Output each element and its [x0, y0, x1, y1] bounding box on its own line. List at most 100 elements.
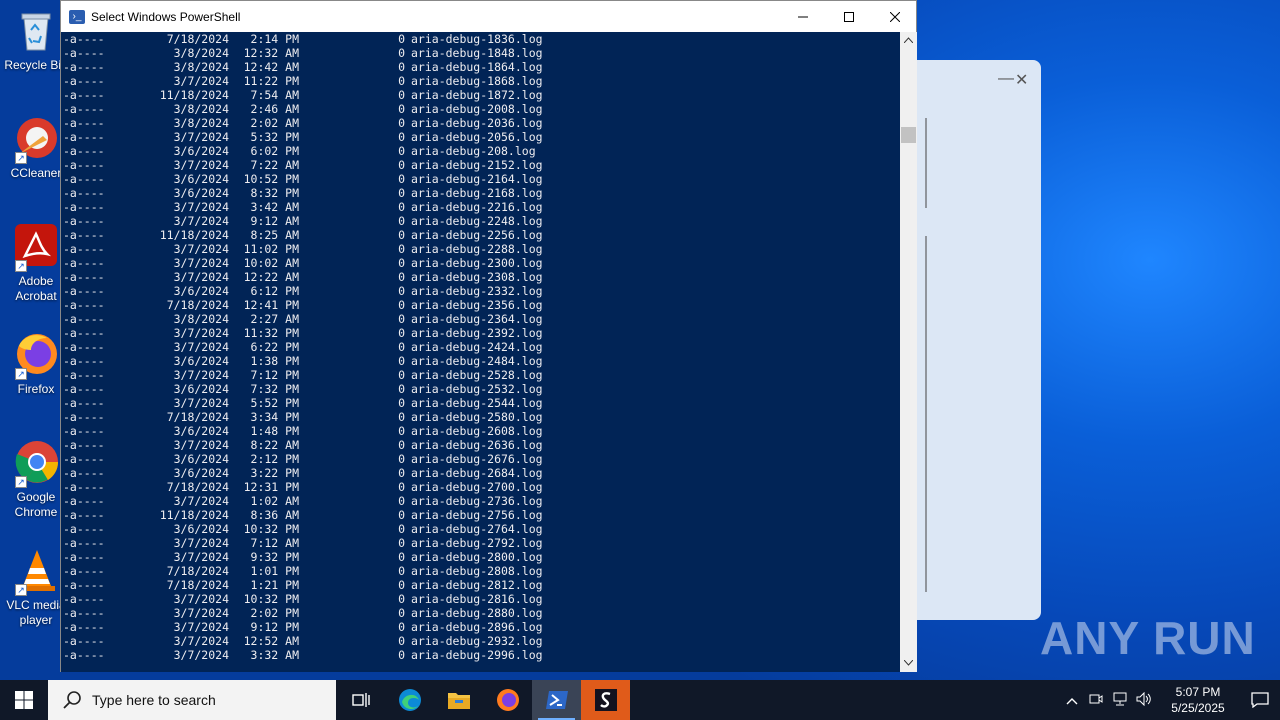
date-cell: 3/7/2024: [173, 130, 229, 144]
powershell-window[interactable]: ›_ Select Windows PowerShell -a---- 7/18/…: [60, 0, 917, 672]
date-cell: 3/7/2024: [173, 494, 229, 508]
date-cell: 3/7/2024: [173, 270, 229, 284]
console-line: -a---- 3/7/2024 1:02 AM 0 aria-debug-2736.lo…: [61, 494, 900, 508]
filename-cell: aria-debug-2816.log: [411, 592, 543, 606]
network-icon[interactable]: [1108, 692, 1132, 709]
minimize-button[interactable]: [780, 1, 826, 32]
time-cell: 1:02 AM: [250, 494, 299, 508]
notification-center-button[interactable]: [1240, 680, 1280, 720]
date-cell: 7/18/2024: [166, 578, 229, 592]
meet-now-icon[interactable]: [1084, 692, 1108, 709]
console-line: -a---- 11/18/2024 7:54 AM 0 aria-debug-1872.…: [61, 88, 900, 102]
date-cell: 3/7/2024: [173, 242, 229, 256]
ccleaner-icon: ↗: [13, 116, 59, 164]
filename-cell: aria-debug-2996.log: [411, 648, 543, 662]
console-line: -a---- 3/6/2024 10:32 PM 0 aria-debug-2764.l…: [61, 522, 900, 536]
taskbar-powershell[interactable]: [532, 680, 581, 720]
close-button[interactable]: [872, 1, 918, 32]
system-tray: 5:07 PM 5/25/2025: [1060, 680, 1280, 720]
shortcut-arrow-icon: ↗: [15, 368, 27, 380]
task-view-button[interactable]: [336, 680, 385, 720]
time-cell: 11:22 PM: [243, 74, 299, 88]
filename-cell: aria-debug-2932.log: [411, 634, 543, 648]
filename-cell: aria-debug-2008.log: [411, 102, 543, 116]
date-cell: 3/6/2024: [173, 382, 229, 396]
mode-cell: -a----: [63, 102, 105, 116]
console-line: -a---- 3/7/2024 6:22 PM 0 aria-debug-2424.lo…: [61, 340, 900, 354]
filename-cell: aria-debug-2484.log: [411, 354, 543, 368]
taskbar-edge[interactable]: [385, 680, 434, 720]
filename-cell: aria-debug-2356.log: [411, 298, 543, 312]
date-cell: 3/7/2024: [173, 536, 229, 550]
length-cell: 0: [398, 284, 405, 298]
length-cell: 0: [398, 312, 405, 326]
minimize-button[interactable]: —: [998, 70, 1014, 88]
length-cell: 0: [398, 256, 405, 270]
vertical-scrollbar[interactable]: [900, 32, 917, 672]
length-cell: 0: [398, 396, 405, 410]
length-cell: 0: [398, 270, 405, 284]
time-cell: 8:22 AM: [250, 438, 299, 452]
length-cell: 0: [398, 368, 405, 382]
mode-cell: -a----: [63, 326, 105, 340]
time-cell: 12:42 AM: [243, 60, 299, 74]
taskbar-clock[interactable]: 5:07 PM 5/25/2025: [1162, 684, 1234, 716]
length-cell: 0: [398, 130, 405, 144]
console-line: -a---- 3/6/2024 6:02 PM 0 aria-debug-208.log: [61, 144, 900, 158]
time-cell: 12:22 AM: [243, 270, 299, 284]
notification-icon: [1251, 692, 1269, 708]
time-cell: 10:32 PM: [243, 592, 299, 606]
scroll-up-icon[interactable]: [900, 32, 917, 49]
time-cell: 10:52 PM: [243, 172, 299, 186]
mode-cell: -a----: [63, 172, 105, 186]
scroll-down-icon[interactable]: [900, 655, 917, 672]
time-cell: 12:32 AM: [243, 46, 299, 60]
time-cell: 10:02 AM: [243, 256, 299, 270]
time-cell: 3:32 AM: [250, 648, 299, 662]
date-cell: 3/8/2024: [173, 312, 229, 326]
time-cell: 7:12 PM: [250, 368, 299, 382]
mode-cell: -a----: [63, 452, 105, 466]
date-cell: 3/6/2024: [173, 522, 229, 536]
console-line: -a---- 3/7/2024 5:52 PM 0 aria-debug-2544.lo…: [61, 396, 900, 410]
filename-cell: aria-debug-2532.log: [411, 382, 543, 396]
console-line: -a---- 7/18/2024 1:01 PM 0 aria-debug-2808.l…: [61, 564, 900, 578]
scrollbar-thumb[interactable]: [901, 127, 916, 143]
desktop-icon-label: Google Chrome: [14, 490, 58, 519]
taskbar-app-s[interactable]: [581, 680, 630, 720]
volume-icon[interactable]: [1132, 691, 1156, 709]
filename-cell: aria-debug-2736.log: [411, 494, 543, 508]
console-line: -a---- 3/6/2024 6:12 PM 0 aria-debug-2332.lo…: [61, 284, 900, 298]
filename-cell: aria-debug-1868.log: [411, 74, 543, 88]
date-cell: 3/6/2024: [173, 172, 229, 186]
time-cell: 2:02 PM: [250, 606, 299, 620]
chevron-up-icon[interactable]: [1060, 693, 1084, 708]
taskbar-file-explorer[interactable]: [434, 680, 483, 720]
time-cell: 11:32 PM: [243, 326, 299, 340]
taskbar-search-box[interactable]: Type here to search: [48, 680, 336, 720]
console-line: -a---- 3/7/2024 12:22 AM 0 aria-debug-2308.l…: [61, 270, 900, 284]
title-bar[interactable]: ›_ Select Windows PowerShell: [61, 1, 916, 32]
clock-date: 5/25/2025: [1171, 701, 1225, 715]
maximize-button[interactable]: [826, 1, 872, 32]
filename-cell: aria-debug-2164.log: [411, 172, 543, 186]
mode-cell: -a----: [63, 200, 105, 214]
background-dialog[interactable]: — ✕: [905, 60, 1041, 620]
close-button[interactable]: ✕: [1015, 70, 1028, 90]
length-cell: 0: [398, 46, 405, 60]
mode-cell: -a----: [63, 522, 105, 536]
filename-cell: aria-debug-1836.log: [411, 32, 543, 46]
console-line: -a---- 3/7/2024 11:32 PM 0 aria-debug-2392.l…: [61, 326, 900, 340]
console-output[interactable]: -a---- 7/18/2024 2:14 PM 0 aria-debug-1836.l…: [61, 32, 900, 672]
filename-cell: aria-debug-2764.log: [411, 522, 543, 536]
maximize-icon: [844, 11, 854, 22]
time-cell: 2:46 AM: [250, 102, 299, 116]
time-cell: 6:02 PM: [250, 144, 299, 158]
mode-cell: -a----: [63, 228, 105, 242]
start-button[interactable]: [0, 680, 48, 720]
mode-cell: -a----: [63, 256, 105, 270]
taskbar-firefox[interactable]: [483, 680, 532, 720]
date-cell: 11/18/2024: [159, 508, 229, 522]
time-cell: 10:32 PM: [243, 522, 299, 536]
firefox-icon: [496, 689, 519, 711]
